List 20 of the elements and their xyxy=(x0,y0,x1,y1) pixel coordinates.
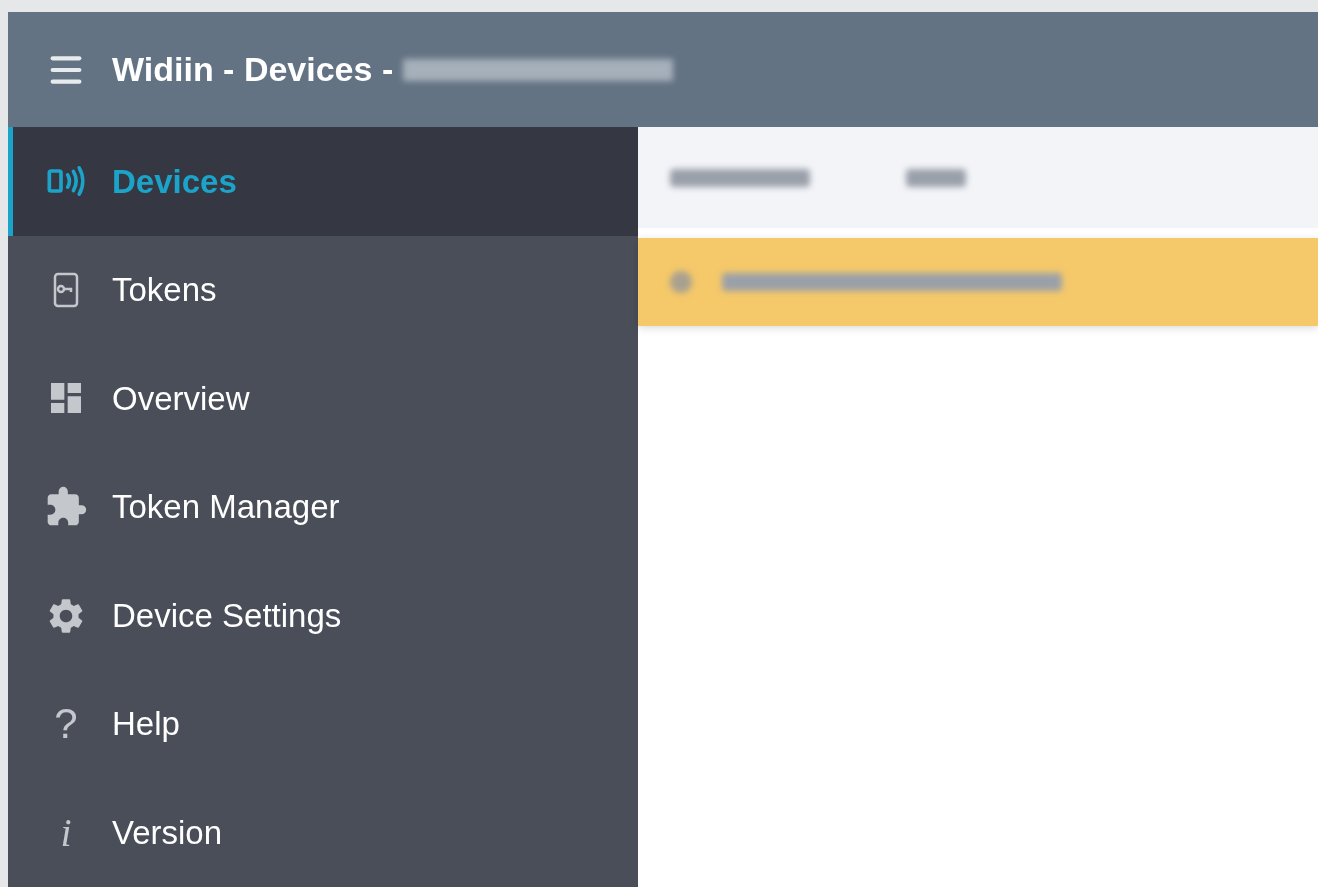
nav-item[interactable]: i Version xyxy=(8,778,638,887)
phone-key-icon xyxy=(53,271,79,308)
nav-item[interactable]: Device Settings xyxy=(8,561,638,670)
redacted-text xyxy=(906,168,966,187)
nav-label: Version xyxy=(112,813,223,853)
nav-item[interactable]: Tokens xyxy=(8,235,638,345)
nav-item[interactable]: Overview xyxy=(8,344,638,453)
redacted-text xyxy=(670,271,692,293)
app-title: Widiin - Devices - xyxy=(112,49,394,90)
nav-label: Token Manager xyxy=(112,487,340,528)
nav-item[interactable]: Devices xyxy=(8,127,638,236)
nav-label: Device Settings xyxy=(112,595,342,636)
nav-label: Tokens xyxy=(112,270,217,311)
nav-label: Help xyxy=(112,704,180,745)
nav-item[interactable]: Token Manager xyxy=(8,452,638,562)
nav-item[interactable]: ? Help xyxy=(8,669,638,779)
nav-label: Devices xyxy=(112,161,237,202)
info-icon: i xyxy=(60,812,72,853)
help-icon: ? xyxy=(54,703,78,746)
nav-label: Overview xyxy=(112,378,250,419)
